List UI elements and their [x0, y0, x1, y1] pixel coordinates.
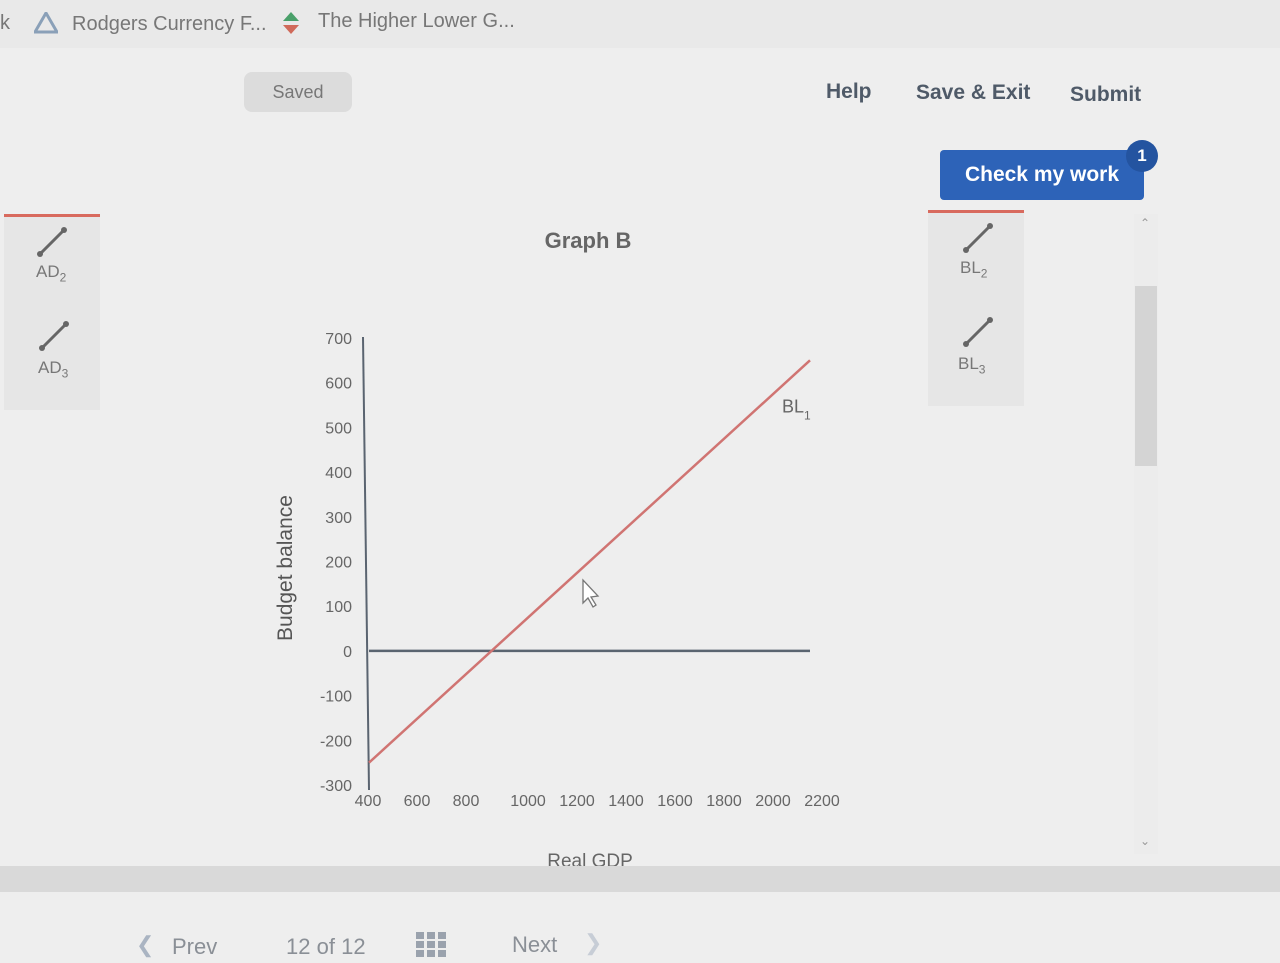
chevron-left-icon[interactable]: ❮: [136, 932, 154, 958]
series-label-main: BL: [782, 396, 804, 416]
x-tick-label: 600: [404, 793, 431, 810]
y-axis-line: [362, 336, 370, 791]
x-tick-label: 1600: [657, 793, 693, 810]
prev-button[interactable]: Prev: [172, 934, 217, 960]
y-tick-label: 700: [325, 331, 352, 348]
x-tick-label: 1800: [706, 793, 742, 810]
graph-b-chart[interactable]: Graph B Budget balance Real GDP 70060050…: [0, 0, 1280, 960]
page-current: 12: [286, 934, 311, 959]
x-tick-label: 800: [453, 793, 480, 810]
y-tick-label: -300: [320, 778, 352, 795]
x-tick-label: 2000: [755, 793, 791, 810]
x-tick-label: 1000: [510, 793, 546, 810]
series-group: BL1: [368, 359, 811, 764]
y-tick-label: -200: [320, 733, 352, 750]
page-indicator: 12 of 12: [286, 934, 366, 960]
x-tick-labels: 400 600 800 1000 1200 1400 1600 1800 2000 2200: [355, 793, 840, 810]
y-axis-label: Budget balance: [274, 495, 297, 641]
y-tick-label: 500: [325, 420, 352, 437]
next-button[interactable]: Next: [512, 932, 557, 958]
x-tick-label: 1400: [608, 793, 644, 810]
chart-title: Graph B: [545, 228, 632, 253]
series-line-bl1[interactable]: [368, 359, 811, 764]
y-tick-label: 400: [325, 465, 352, 482]
y-tick-label: 100: [325, 599, 352, 616]
page-total: 12: [341, 934, 366, 959]
grid-menu-icon[interactable]: [416, 932, 446, 963]
y-tick-label: 200: [325, 555, 352, 572]
x-tick-label: 400: [355, 793, 382, 810]
bottom-divider-bar: [0, 866, 1280, 892]
x-tick-label: 1200: [559, 793, 595, 810]
series-label-sub: 1: [804, 408, 811, 422]
y-tick-label: -100: [320, 689, 352, 706]
page-of: of: [316, 934, 335, 959]
grid-icon-shape: [416, 932, 446, 957]
y-tick-labels: 700 600 500 400 300 200 100 0 -100 -200 -300: [320, 331, 352, 795]
y-tick-label: 0: [343, 644, 352, 661]
series-label-bl1: BL1: [782, 396, 811, 422]
y-tick-label: 600: [325, 376, 352, 393]
mouse-cursor-icon: [582, 578, 600, 608]
chevron-right-icon[interactable]: ❯: [584, 930, 602, 956]
y-tick-label: 300: [325, 510, 352, 527]
x-tick-label: 2200: [804, 793, 840, 810]
